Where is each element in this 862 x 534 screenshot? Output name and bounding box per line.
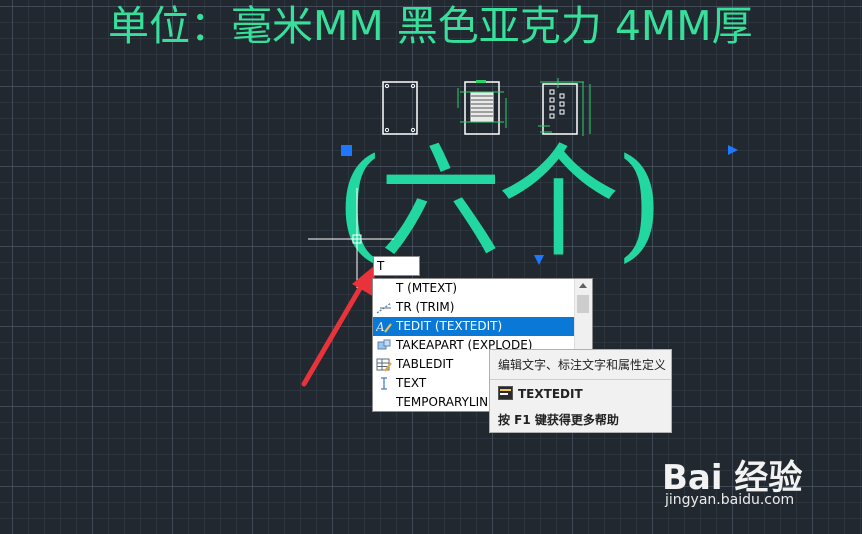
autocomplete-item-label: TEMPORARYLINE [396, 395, 496, 409]
text-edit-icon: A [376, 320, 392, 334]
tooltip-help-text: 按 F1 键获得更多帮助 [498, 413, 619, 427]
scrollbar-thumb[interactable] [577, 295, 589, 313]
tooltip-divider [490, 379, 671, 380]
command-tooltip: 编辑文字、标注文字和属性定义 TEXTEDIT 按 F1 键获得更多帮助 [489, 349, 672, 433]
command-input-value: T [377, 259, 385, 273]
autocomplete-item[interactable]: TR (TRIM) [373, 298, 576, 317]
autocomplete-item[interactable]: T (MTEXT) [373, 279, 576, 298]
command-input[interactable]: T [373, 256, 420, 276]
baidu-jingyan-watermark: Bai 经验 jingyan.baidu.com [662, 450, 822, 530]
autocomplete-item-label: TEXT [396, 376, 427, 390]
autocomplete-item-label: TEDIT (TEXTEDIT) [396, 319, 503, 333]
text-cursor-icon [381, 377, 387, 390]
panel-drawing-2[interactable] [457, 80, 507, 135]
autocomplete-item-label: T (MTEXT) [396, 281, 458, 295]
grip-arrow-right[interactable] [728, 145, 738, 155]
canvas-headline-text[interactable]: 单位：毫米MM 黑色亚克力 4MM厚 [108, 2, 753, 50]
autocomplete-item-label: TR (TRIM) [396, 300, 455, 314]
autocomplete-item-label: TABLEDIT [396, 357, 454, 371]
watermark-url: jingyan.baidu.com [665, 492, 795, 508]
scroll-up-arrow-icon[interactable] [579, 283, 587, 288]
svg-text:A: A [376, 320, 385, 334]
tooltip-description: 编辑文字、标注文字和属性定义 [498, 358, 667, 372]
explode-icon [377, 339, 391, 350]
autocomplete-item-selected[interactable]: A TEDIT (TEXTEDIT) [373, 317, 576, 336]
tooltip-command-name: TEXTEDIT [518, 387, 583, 401]
trim-icon [376, 302, 392, 314]
red-arrow-annotation-icon [301, 266, 376, 387]
panel-drawing-1[interactable] [382, 81, 418, 135]
textedit-command-icon [498, 386, 513, 400]
table-edit-icon [376, 358, 392, 372]
